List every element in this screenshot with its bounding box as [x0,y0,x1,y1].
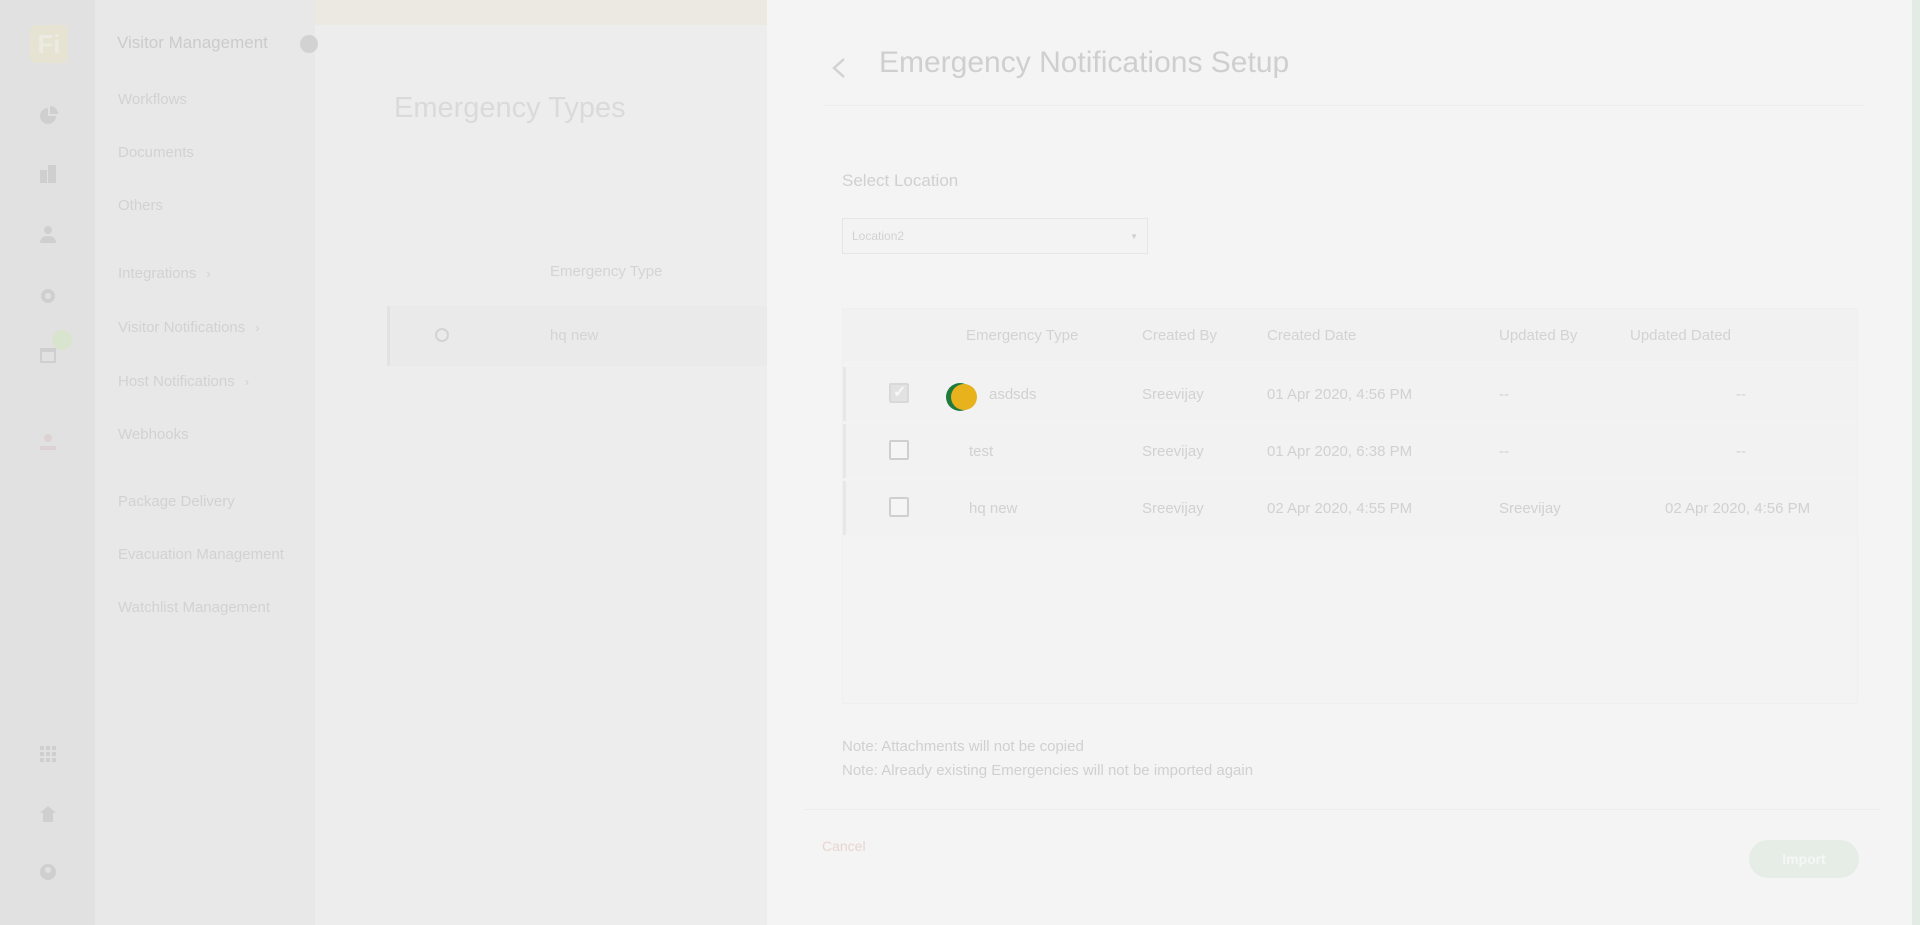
dropdown-arrow-icon: ▼ [1130,231,1138,241]
location-selected-value: Location2 [852,229,905,243]
cancel-button[interactable]: Cancel [822,838,866,854]
apps-grid-icon[interactable] [37,743,59,765]
note-existing-emergencies: Note: Already existing Emergencies will … [842,762,1254,779]
user-add-icon[interactable] [37,223,59,245]
background-column-header: Emergency Type [550,263,663,280]
table-row[interactable]: asdsds Sreevijay 01 Apr 2020, 4:56 PM --… [843,367,1857,421]
panel-edge [1912,0,1920,925]
panel-title: Emergency Notifications Setup [879,46,1290,79]
table-header: Emergency Type Created By Created Date U… [843,309,1857,361]
cell-created-by: Sreevijay [1142,500,1204,517]
table-row[interactable]: hq new Sreevijay 02 Apr 2020, 4:55 PM Sr… [843,481,1857,535]
cell-emergency-type: test [969,443,994,460]
header-created-by[interactable]: Created By [1142,327,1217,344]
settings-menu: Visitor Management Workflows Documents O… [95,0,318,925]
chevron-left-icon [832,58,845,78]
loading-spinner [946,383,977,411]
home-icon[interactable] [37,803,59,825]
cell-created-date: 01 Apr 2020, 6:38 PM [1267,443,1413,460]
menu-item-host-notifications[interactable]: Host Notifications › [118,373,249,390]
menu-item-package-delivery[interactable]: Package Delivery [118,493,235,510]
table-row[interactable]: test Sreevijay 01 Apr 2020, 6:38 PM -- -… [843,424,1857,478]
cell-created-by: Sreevijay [1142,386,1204,403]
notification-badge [52,330,72,350]
cell-emergency-type: asdsds [989,386,1037,403]
menu-item-visitor-notifications[interactable]: Visitor Notifications › [118,319,260,336]
menu-item-documents[interactable]: Documents [118,144,194,161]
back-button[interactable] [828,54,850,82]
header-created-date[interactable]: Created Date [1267,327,1356,344]
location-select[interactable]: Location2 ▼ [842,218,1148,254]
chevron-right-icon: › [206,266,211,281]
row-checkbox[interactable] [889,440,909,460]
cell-created-date: 02 Apr 2020, 4:55 PM [1267,500,1413,517]
background-row-value: hq new [550,327,599,344]
icon-rail: Fi [0,0,95,925]
account-icon[interactable] [37,861,59,883]
cell-created-date: 01 Apr 2020, 4:56 PM [1267,386,1413,403]
background-banner [315,0,767,25]
menu-title: Visitor Management [117,33,268,52]
menu-item-watchlist-management[interactable]: Watchlist Management [118,599,270,616]
background-page-title: Emergency Types [394,92,626,124]
background-row-radio [435,328,449,342]
cell-updated-date: -- [1736,386,1746,403]
cell-created-by: Sreevijay [1142,443,1204,460]
chevron-right-icon: › [255,320,260,335]
row-checkbox[interactable] [889,382,909,403]
cell-emergency-type: hq new [969,500,1018,517]
person-badge-icon[interactable] [37,431,59,453]
emergency-types-table: Emergency Type Created By Created Date U… [842,308,1858,704]
analytics-icon[interactable] [37,105,59,127]
row-checkbox[interactable] [889,497,909,517]
cell-updated-date: 02 Apr 2020, 4:56 PM [1665,500,1811,517]
menu-item-webhooks[interactable]: Webhooks [118,426,189,443]
building-icon[interactable] [37,163,59,185]
chevron-right-icon: › [244,374,250,389]
menu-item-others[interactable]: Others [118,197,163,214]
app-logo[interactable]: Fi [30,25,68,63]
cell-updated-by: -- [1499,443,1509,460]
menu-item-integrations[interactable]: Integrations › [118,265,211,282]
import-button[interactable]: Import [1749,840,1859,878]
settings-icon[interactable] [37,285,59,307]
header-emergency-type[interactable]: Emergency Type [966,327,1078,344]
collapse-menu-icon[interactable] [300,35,318,53]
menu-item-workflows[interactable]: Workflows [118,91,187,108]
note-attachments: Note: Attachments will not be copied [842,738,1084,755]
header-divider [823,105,1863,106]
menu-item-evacuation-management[interactable]: Evacuation Management [118,546,284,563]
cell-updated-by: -- [1499,386,1509,403]
footer-divider [804,809,1880,810]
header-updated-by[interactable]: Updated By [1499,327,1577,344]
header-updated-date[interactable]: Updated Dated [1630,327,1731,344]
cell-updated-by: Sreevijay [1499,500,1561,517]
cell-updated-date: -- [1736,443,1746,460]
location-label: Select Location [842,171,959,190]
